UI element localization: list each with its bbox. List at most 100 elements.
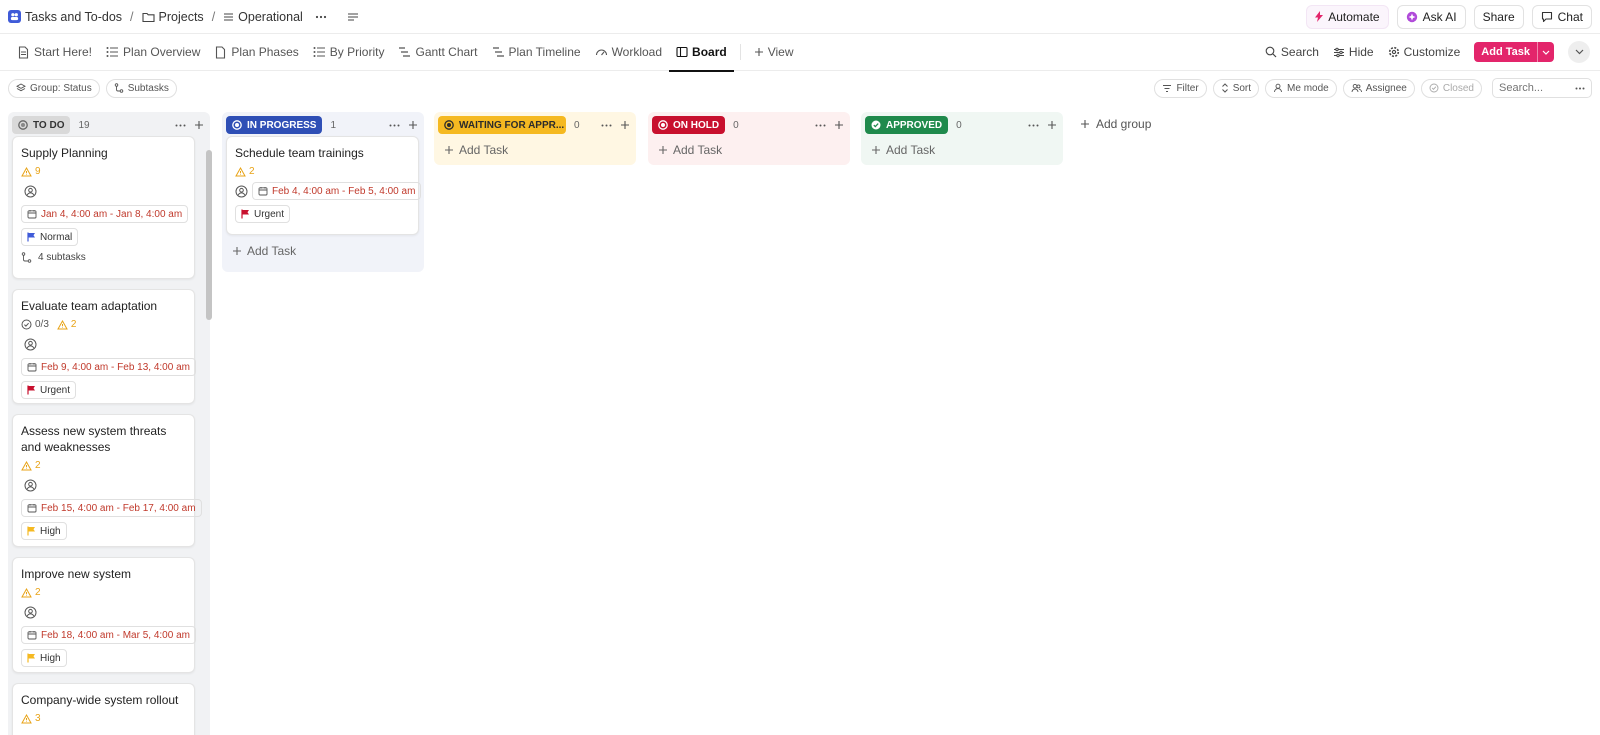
chevron-down-icon[interactable] <box>1537 42 1554 62</box>
plus-icon[interactable] <box>194 120 204 130</box>
add-task-button[interactable]: Add Task <box>1474 42 1554 62</box>
add-view-button[interactable]: View <box>747 34 801 71</box>
share-button[interactable]: Share <box>1473 4 1524 29</box>
column-header: ON HOLD 0 <box>648 112 850 138</box>
tab-start-here-label: Start Here! <box>34 45 93 59</box>
date-range[interactable]: Feb 18, 4:00 am - Mar 5, 4:00 am <box>21 626 196 644</box>
board-search[interactable] <box>1492 78 1592 98</box>
more-horizontal-icon[interactable] <box>315 15 327 19</box>
status-pill-to-do[interactable]: TO DO <box>12 116 71 134</box>
search-button[interactable]: Search <box>1265 45 1319 59</box>
plus-icon[interactable] <box>408 120 418 130</box>
tab-plan-overview[interactable]: Plan Overview <box>99 34 207 71</box>
more-horizontal-icon[interactable] <box>175 124 186 127</box>
sort-chip[interactable]: Sort <box>1212 78 1260 98</box>
me-mode-chip[interactable]: Me mode <box>1265 78 1337 98</box>
chat-button[interactable]: Chat <box>1531 4 1592 29</box>
breadcrumb-folder[interactable]: Projects <box>141 10 204 24</box>
add-task-in-column[interactable]: Add Task <box>861 138 1063 162</box>
warning-badge: 2 <box>21 587 41 598</box>
closed-chip[interactable]: Closed <box>1420 78 1482 98</box>
priority-pill[interactable]: Urgent <box>21 381 77 399</box>
add-group-button[interactable]: Add group <box>1080 117 1151 131</box>
hide-button[interactable]: Hide <box>1333 45 1374 59</box>
subtasks-chip[interactable]: Subtasks <box>105 78 177 98</box>
more-horizontal-icon[interactable] <box>815 124 826 127</box>
date-range[interactable]: Jan 4, 4:00 am - Jan 8, 4:00 am <box>21 205 189 223</box>
add-task-label: Add Task <box>247 244 297 258</box>
priority-pill[interactable]: Normal <box>21 228 79 246</box>
status-pill-approved[interactable]: APPROVED <box>865 116 949 134</box>
description-lines-icon[interactable] <box>347 12 359 22</box>
add-task-in-column[interactable]: Add Task <box>222 239 306 263</box>
breadcrumb-list[interactable]: Operational <box>223 10 303 24</box>
add-task-in-column[interactable]: Add Task <box>434 138 636 162</box>
tab-by-priority[interactable]: By Priority <box>306 34 392 71</box>
user-circle-icon[interactable] <box>21 335 39 353</box>
user-circle-icon[interactable] <box>235 182 248 200</box>
more-horizontal-icon[interactable] <box>1028 124 1039 127</box>
task-card[interactable]: Supply Planning 9 Jan 4, 4:00 am - Jan 8… <box>12 136 195 279</box>
priority-pill[interactable]: High <box>21 649 67 667</box>
user-circle-icon[interactable] <box>21 182 39 200</box>
column-scrollbar[interactable] <box>206 150 212 320</box>
user-circle-icon[interactable] <box>21 603 39 621</box>
board: TO DO 19 Supply Planning 9 Jan 4, 4:00 a… <box>0 112 1600 735</box>
warning-badge: 2 <box>57 319 76 330</box>
group-by-chip[interactable]: Group: Status <box>8 78 100 98</box>
priority-pill[interactable]: Urgent <box>235 205 291 223</box>
column-count: 0 <box>733 119 739 131</box>
assignee-chip[interactable]: Assignee <box>1342 78 1415 98</box>
ask-ai-button[interactable]: Ask AI <box>1396 4 1466 29</box>
task-card[interactable]: Assess new system threats and weaknesses… <box>12 414 202 547</box>
warning-triangle-icon <box>21 166 32 177</box>
task-card[interactable]: Schedule team trainings 2 Feb 4, 4:00 am… <box>226 136 422 235</box>
add-task-in-column[interactable]: Add Task <box>648 138 850 162</box>
task-card[interactable]: Improve new system 2 Feb 18, 4:00 am - M… <box>12 557 196 673</box>
warning-badge: 2 <box>235 166 255 177</box>
more-horizontal-icon[interactable] <box>389 124 400 127</box>
user-circle-icon[interactable] <box>21 476 39 494</box>
search-icon <box>1265 46 1277 58</box>
tab-start-here[interactable]: Start Here! <box>10 34 99 71</box>
priority-label: Normal <box>40 231 73 243</box>
tab-board[interactable]: Board <box>669 34 734 72</box>
status-circle-icon <box>232 120 242 130</box>
breadcrumb-workspace[interactable]: Tasks and To-dos <box>8 10 122 24</box>
filter-chip[interactable]: Filter <box>1154 78 1207 98</box>
plus-icon[interactable] <box>1047 120 1057 130</box>
sort-label: Sort <box>1232 82 1252 94</box>
priority-label: Urgent <box>40 384 71 396</box>
tab-plan-phases[interactable]: Plan Phases <box>207 34 305 71</box>
column-header: IN PROGRESS 1 <box>222 112 424 138</box>
subtasks-toggle[interactable]: 4 subtasks <box>21 252 186 263</box>
priority-pill[interactable]: High <box>21 522 67 540</box>
status-pill-on-hold[interactable]: ON HOLD <box>652 116 726 134</box>
column-header: WAITING FOR APPR... 0 <box>434 112 636 138</box>
more-horizontal-icon[interactable] <box>1575 87 1585 90</box>
warning-triangle-icon <box>21 587 32 598</box>
task-card[interactable]: Company-wide system rollout 3 <box>12 683 195 735</box>
task-card[interactable]: Evaluate team adaptation 0/3 2 Feb 9, 4:… <box>12 289 196 404</box>
plus-icon[interactable] <box>834 120 844 130</box>
subtasks-label: Subtasks <box>127 82 169 94</box>
automate-button[interactable]: Automate <box>1306 4 1389 29</box>
flag-icon <box>27 385 36 395</box>
tab-gantt-chart[interactable]: Gantt Chart <box>391 34 484 71</box>
more-horizontal-icon[interactable] <box>601 124 612 127</box>
date-range[interactable]: Feb 9, 4:00 am - Feb 13, 4:00 am <box>21 358 196 376</box>
plus-icon[interactable] <box>620 120 630 130</box>
date-range[interactable]: Feb 15, 4:00 am - Feb 17, 4:00 am <box>21 499 202 517</box>
status-pill-waiting-for-approval[interactable]: WAITING FOR APPR... <box>438 116 566 134</box>
customize-button[interactable]: Customize <box>1388 45 1460 59</box>
calendar-icon <box>258 186 268 196</box>
date-range[interactable]: Feb 4, 4:00 am - Feb 5, 4:00 am <box>252 182 422 200</box>
add-task-label: Add Task <box>1481 46 1530 58</box>
tab-plan-timeline[interactable]: Plan Timeline <box>485 34 588 71</box>
board-search-input[interactable] <box>1499 82 1569 94</box>
status-pill-in-progress[interactable]: IN PROGRESS <box>226 116 323 134</box>
date-range-text: Feb 18, 4:00 am - Mar 5, 4:00 am <box>41 629 190 641</box>
tab-workload[interactable]: Workload <box>588 34 669 71</box>
collapse-toolbar-button[interactable] <box>1568 41 1590 63</box>
flag-icon <box>27 232 36 242</box>
